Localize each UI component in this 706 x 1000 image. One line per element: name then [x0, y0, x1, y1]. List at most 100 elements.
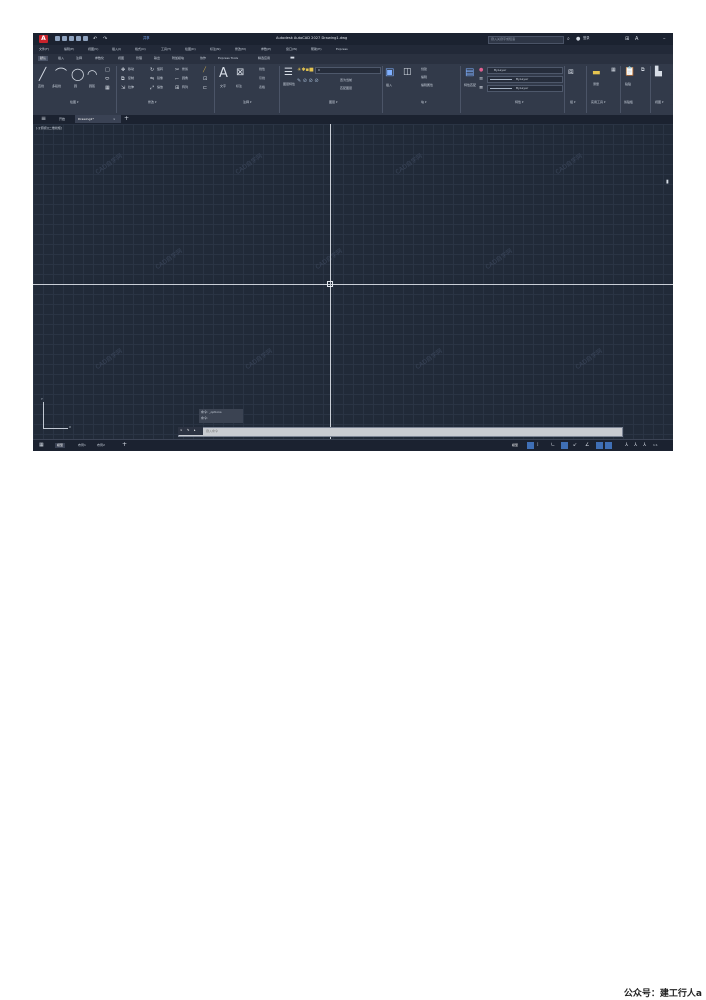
clipboard-panel-title[interactable]: 剪贴板	[624, 100, 633, 105]
save-as-icon[interactable]	[76, 36, 81, 41]
move-icon[interactable]: ✥	[121, 67, 125, 73]
ellipse-icon[interactable]: ⬭	[105, 76, 109, 82]
layer-properties-button[interactable]: 图层特性	[283, 82, 295, 87]
match-properties-icon[interactable]: ▤	[465, 68, 474, 78]
cart-icon[interactable]: ⊞	[625, 36, 629, 42]
arc-icon[interactable]: ◠	[87, 68, 97, 80]
edit-block-button[interactable]: 编辑	[421, 75, 427, 80]
navigation-bar-icon[interactable]: ▮	[666, 179, 669, 185]
leader-button[interactable]: 引线	[259, 76, 265, 81]
recent-commands-icon[interactable]: ▸	[194, 428, 196, 433]
customize-icon[interactable]: ✎	[187, 428, 190, 433]
match-layer-button[interactable]: 匹配图层	[340, 86, 352, 91]
share-button[interactable]: 共享	[143, 36, 150, 41]
paste-icon[interactable]: 📋	[624, 68, 635, 77]
minimize-icon[interactable]: –	[663, 36, 666, 42]
otrack-icon[interactable]: ∠	[585, 442, 589, 448]
menu-help[interactable]: 帮助(H)	[311, 47, 322, 52]
ortho-icon[interactable]: ∟	[551, 442, 555, 448]
undo-icon[interactable]: ↶	[93, 36, 97, 42]
tab-parametric[interactable]: 参数化	[95, 56, 104, 61]
command-line[interactable]: 键入命令	[178, 427, 623, 437]
start-tab[interactable]: 开始	[59, 117, 65, 122]
match-properties-button[interactable]: 特性匹配	[464, 83, 476, 88]
search-input[interactable]: 键入关键字或短语	[488, 36, 564, 44]
trim-button[interactable]: 修剪	[182, 67, 188, 72]
polyline-button[interactable]: 多段线	[52, 84, 61, 89]
tab-manage[interactable]: 管理	[136, 56, 142, 61]
close-tab-icon[interactable]: ×	[113, 117, 116, 122]
layout-grid-icon[interactable]: ▦	[39, 442, 44, 448]
stretch-icon[interactable]: ⇲	[121, 85, 125, 91]
tab-addins[interactable]: 附加模块	[172, 56, 184, 61]
add-layout-plus-icon[interactable]: +	[122, 442, 127, 448]
tab-view[interactable]: 视图	[118, 56, 124, 61]
signin-button[interactable]: 登录	[583, 36, 590, 41]
search-icon[interactable]: ⌕	[567, 36, 570, 42]
polyline-icon[interactable]: ⌒	[55, 68, 67, 80]
menu-window[interactable]: 窗口(W)	[286, 47, 297, 52]
erase-icon[interactable]: ╱	[203, 67, 206, 73]
open-icon[interactable]	[62, 36, 67, 41]
redo-icon[interactable]: ↷	[103, 36, 107, 42]
base-view-icon[interactable]: ▙	[655, 68, 662, 77]
array-icon[interactable]: ⊞	[175, 85, 179, 91]
drawing-area[interactable]: [-][俯视][二维线框] CAD自学网 CAD自学网 CAD自学网 CAD自学…	[33, 124, 673, 439]
viewport-controls[interactable]: [-][俯视][二维线框]	[36, 126, 62, 131]
copy-button[interactable]: 复制	[128, 76, 134, 81]
drawing-tab[interactable]: Drawing1* ×	[75, 115, 121, 123]
menu-view[interactable]: 视图(V)	[88, 47, 98, 52]
view-panel-title[interactable]: 视图 ▾	[655, 100, 663, 105]
save-icon[interactable]	[69, 36, 74, 41]
edit-attributes-button[interactable]: 编辑属性	[421, 83, 433, 88]
new-tab-plus-icon[interactable]: +	[124, 116, 129, 122]
draw-panel-title[interactable]: 绘图 ▾	[70, 100, 78, 105]
command-input[interactable]: 键入命令	[206, 429, 218, 434]
trim-icon[interactable]: ✂	[175, 67, 179, 73]
menu-modify[interactable]: 修改(M)	[235, 47, 246, 52]
layout2-tab[interactable]: 布局2	[97, 443, 105, 448]
rotate-icon[interactable]: ↻	[150, 67, 154, 73]
measure-icon[interactable]: ▬	[592, 69, 601, 78]
menu-tools[interactable]: 工具(T)	[161, 47, 171, 52]
user-icon[interactable]: ●	[576, 36, 580, 42]
groups-panel-title[interactable]: 组 ▾	[570, 100, 575, 105]
linear-button[interactable]: 线性	[259, 67, 265, 72]
linetype-dropdown[interactable]: ByLayer	[487, 76, 563, 83]
menu-draw[interactable]: 绘图(D)	[185, 47, 196, 52]
hamburger-menu-icon[interactable]: ≡	[41, 116, 46, 122]
color-dropdown[interactable]: ByLayer	[487, 67, 563, 74]
layer-state-icons[interactable]: ☀✱▪■	[297, 67, 314, 73]
annotation-panel-title[interactable]: 注释 ▾	[243, 100, 251, 105]
insert-block-button[interactable]: 插入	[386, 83, 392, 88]
new-icon[interactable]	[55, 36, 60, 41]
offset-icon[interactable]: ⊏	[203, 85, 207, 91]
snap-icon[interactable]: ⁞	[537, 442, 539, 448]
scale-dropdown[interactable]: 1:1	[653, 443, 658, 448]
dimension-button[interactable]: 标注	[236, 84, 242, 89]
calculator-icon[interactable]: ▦	[611, 67, 616, 73]
paste-button[interactable]: 粘贴	[625, 82, 631, 87]
layer-dropdown[interactable]: 0	[315, 67, 381, 74]
annotation-scale-icon[interactable]: ⅄	[625, 442, 628, 448]
grid-toggle[interactable]	[527, 442, 534, 449]
autocad-logo-icon[interactable]: A	[39, 35, 48, 43]
scale-icon[interactable]: ⤢	[150, 85, 154, 91]
ribbon-toggle-icon[interactable]: ▬	[290, 55, 295, 61]
autodesk-a-icon[interactable]: A	[635, 36, 638, 42]
copy-icon[interactable]: ⧉	[121, 76, 125, 82]
block-panel-title[interactable]: 块 ▾	[421, 100, 426, 105]
lineweight-icon[interactable]: ≣	[479, 85, 483, 91]
lineweight-dropdown[interactable]: ByLayer	[487, 85, 563, 92]
layout1-tab[interactable]: 布局1	[78, 443, 86, 448]
tab-annotate[interactable]: 注释	[76, 56, 82, 61]
measure-button[interactable]: 测量	[593, 82, 599, 87]
menu-dimension[interactable]: 标注(N)	[210, 47, 221, 52]
explode-icon[interactable]: ⊡	[203, 76, 207, 82]
text-icon[interactable]: A	[219, 67, 228, 80]
copy-clip-icon[interactable]: ⧉	[641, 67, 645, 73]
color-icon[interactable]: ●	[479, 67, 483, 73]
scale-button[interactable]: 缩放	[157, 85, 163, 90]
create-block-button[interactable]: 创建	[421, 67, 427, 72]
tab-home[interactable]: 默认	[38, 56, 49, 61]
